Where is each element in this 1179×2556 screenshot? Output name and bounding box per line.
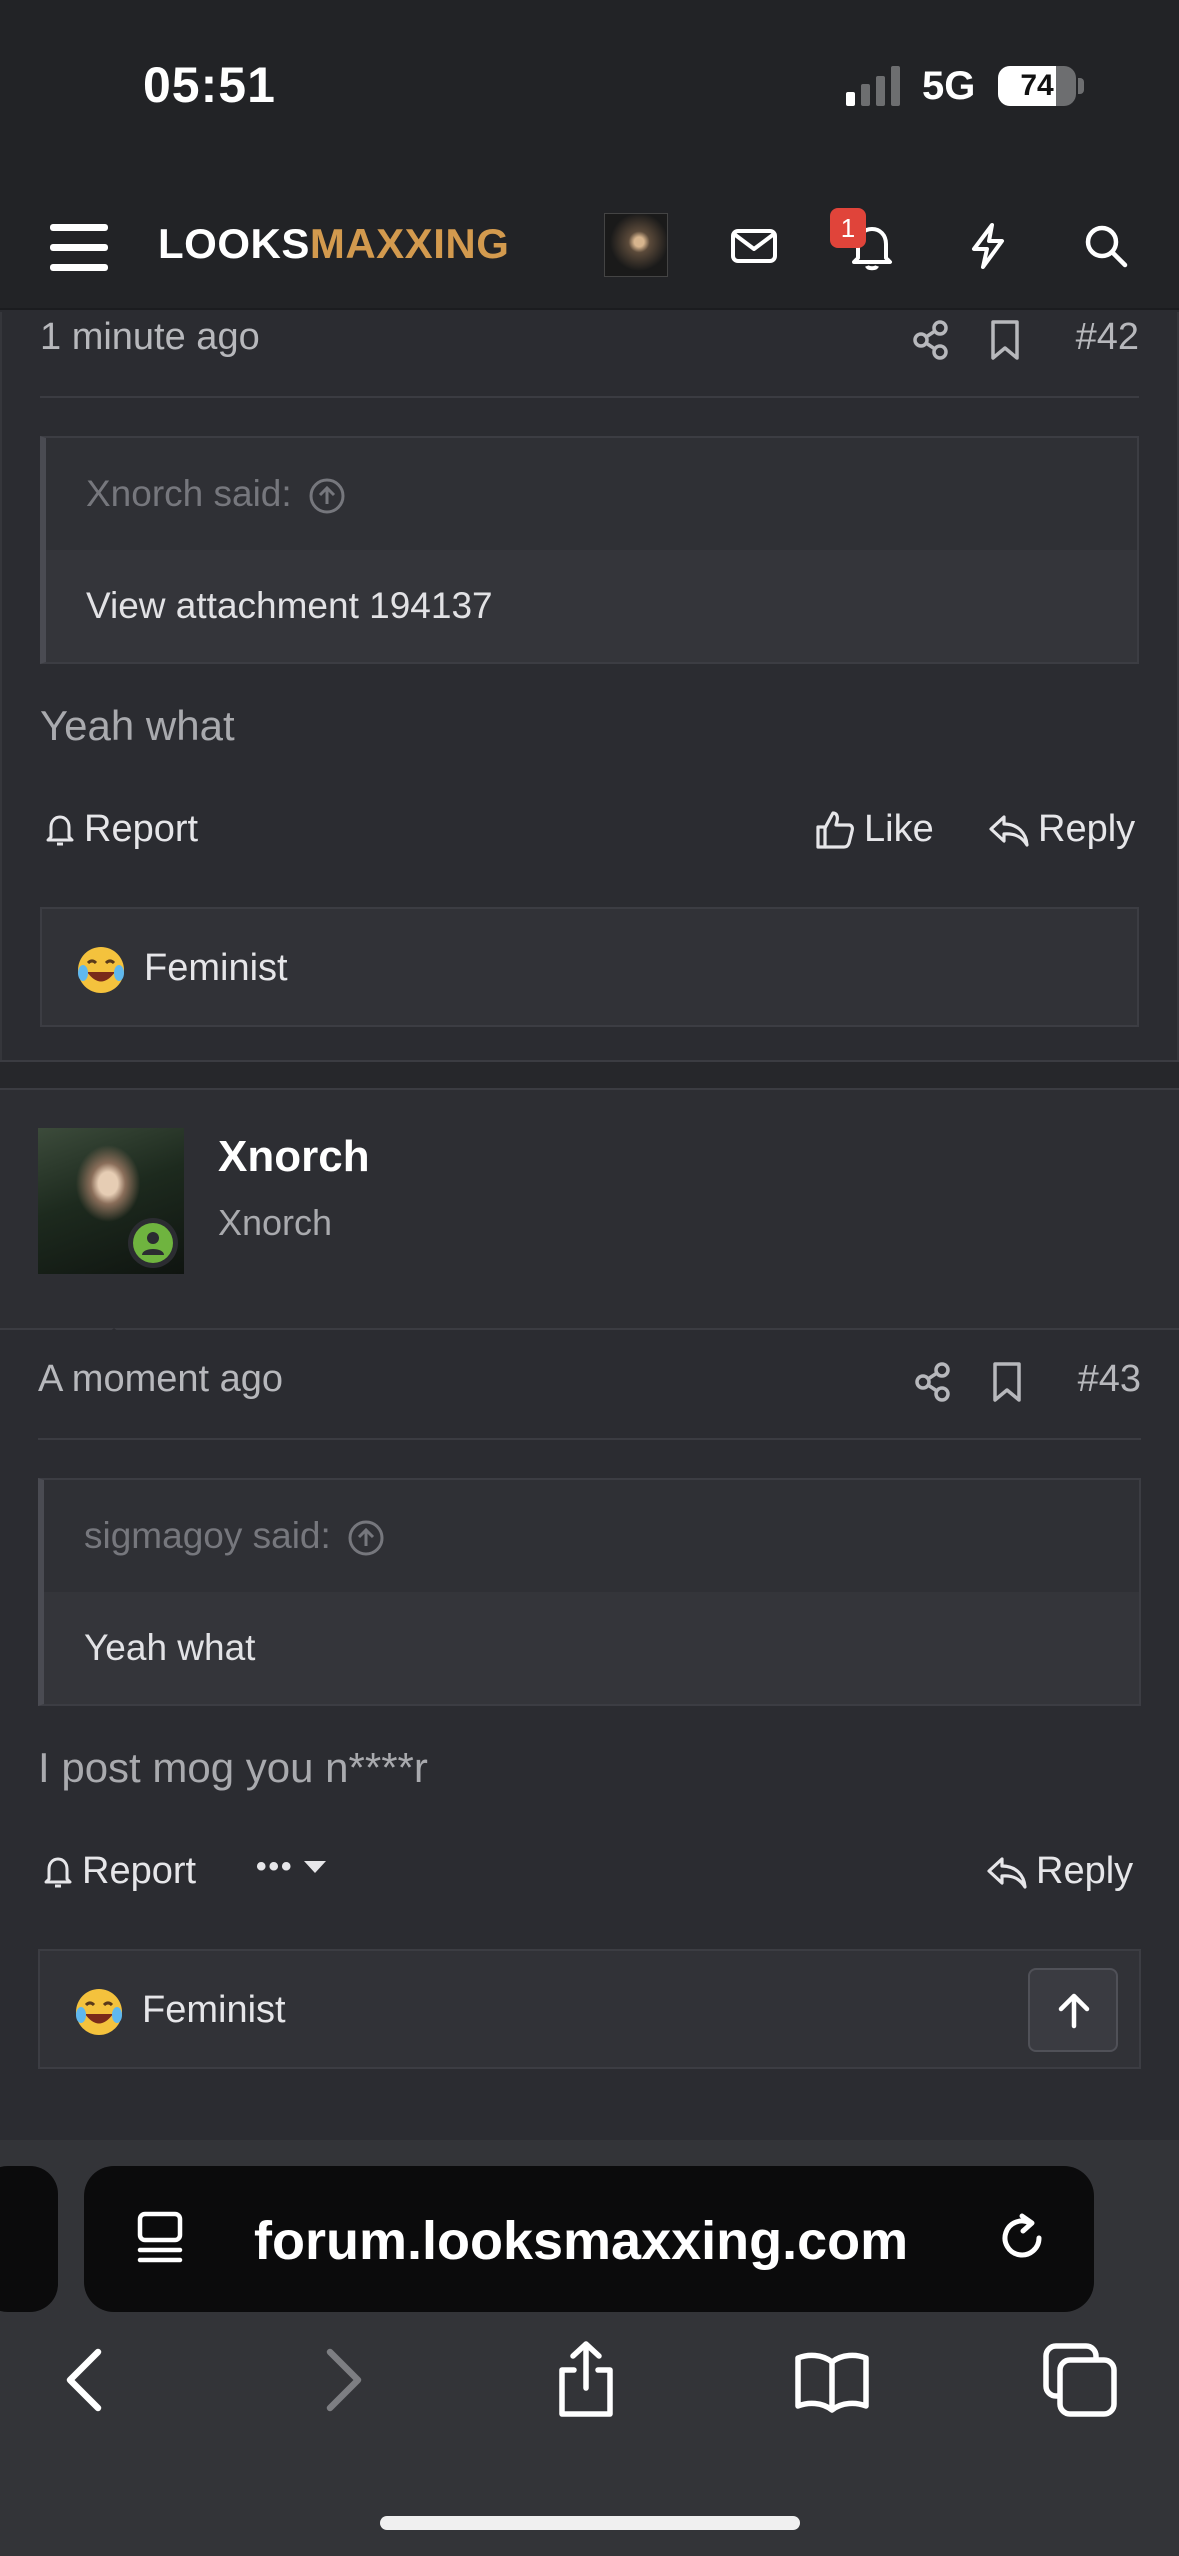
arrow-up-circle-icon[interactable] [308,477,346,515]
quote-block: Xnorch said: View attachment 194137 [40,436,1139,664]
post-number[interactable]: #42 [1076,316,1139,359]
post-meta: A moment ago #43 [38,1358,1141,1408]
reaction-user: Feminist [144,947,288,989]
address-bar[interactable]: forum.looksmaxxing.com [84,2166,1094,2312]
bell-outline-icon [44,1857,72,1887]
post-author-block: Xnorch Xnorch [0,1090,1179,1358]
arrow-up-circle-icon[interactable] [347,1519,385,1557]
divider [38,1438,1141,1440]
reload-icon[interactable] [992,2208,1054,2270]
back-icon[interactable] [46,2340,126,2420]
menu-button[interactable] [50,222,108,272]
reply-icon [987,1856,1027,1889]
bookmark-icon[interactable] [985,318,1025,362]
home-indicator[interactable] [380,2516,800,2530]
tabs-icon[interactable] [1040,2340,1120,2420]
like-button[interactable]: Like [814,808,934,851]
report-label: Report [84,808,199,850]
report-label: Report [82,1850,197,1892]
post-43: A moment ago #43 sigmagoy said: Yeah wha… [0,1332,1179,2140]
reply-button[interactable]: Reply [988,808,1135,851]
post-message: I post mog you n****r [38,1744,428,1791]
menu-icon-line [50,264,108,271]
reaction-user: Feminist [142,1989,286,2031]
menu-icon-line [50,224,108,231]
status-time: 05:51 [143,57,276,113]
laughing-tears-emoji-icon [76,1989,122,2035]
site-logo[interactable]: LOOKSMAXXING [158,220,509,268]
thumbs-up-icon [816,810,854,849]
post-message: Yeah what [40,702,235,749]
online-status-icon [128,1218,178,1268]
username[interactable]: Xnorch [218,1132,370,1182]
quote-header[interactable]: Xnorch said: [46,438,1137,550]
reply-icon [989,814,1029,847]
search-icon[interactable] [1080,220,1132,272]
like-label: Like [864,808,934,850]
site-header: LOOKSMAXXING [0,180,1179,310]
battery-cap [1078,78,1084,94]
laughing-tears-emoji-icon [78,947,124,993]
battery-icon: 74 [998,66,1076,106]
quote-body[interactable]: Yeah what [44,1592,1139,1704]
logo-text-looks: LOOKS [158,220,310,267]
reply-label: Reply [1036,1850,1134,1892]
bookmarks-icon[interactable] [792,2340,872,2420]
bell-outline-icon [46,815,74,845]
caret-down-icon [303,1861,326,1873]
post-actions: Report Like Reply [44,808,1163,864]
post-meta: 1 minute ago #42 [40,316,1139,366]
more-dots-label: ••• [256,1850,294,1883]
quote-block: sigmagoy said: Yeah what [38,1478,1141,1706]
share-icon[interactable] [911,1360,955,1404]
person-icon [142,1232,164,1255]
divider [40,396,1139,398]
thread-content[interactable]: 1 minute ago #42 Xnorch said: View attac… [0,312,1179,2140]
forward-icon[interactable] [302,2340,382,2420]
reaction-bar[interactable]: Feminist [40,907,1139,1027]
quote-header[interactable]: sigmagoy said: [44,1480,1139,1592]
share-sheet-icon[interactable] [546,2340,626,2420]
notification-badge: 1 [830,208,866,248]
menu-icon-line [50,244,108,251]
reaction-bar[interactable]: Feminist [38,1949,1141,2069]
signal-icon [846,66,900,106]
reply-button[interactable]: Reply [986,1850,1133,1893]
report-button[interactable]: Report [42,1850,196,1893]
page-menu-icon[interactable] [130,2208,190,2268]
arrow-up-icon [1058,1993,1090,2029]
scroll-to-top-button[interactable] [1028,1968,1118,2052]
post-number[interactable]: #43 [1078,1358,1141,1401]
post-actions: Report ••• Reply [42,1850,1165,1906]
post-42: 1 minute ago #42 Xnorch said: View attac… [0,312,1179,1062]
post-time[interactable]: A moment ago [38,1358,283,1401]
reply-label: Reply [1038,808,1136,850]
previous-tab-preview[interactable] [0,2166,58,2312]
quote-body[interactable]: View attachment 194137 [46,550,1137,662]
quote-author: sigmagoy said: [84,1515,331,1556]
report-button[interactable]: Report [44,808,198,851]
mail-icon[interactable] [728,220,780,272]
account-avatar[interactable] [604,213,668,277]
status-bar: 05:51 5G 74 [0,0,1179,180]
url-text[interactable]: forum.looksmaxxing.com [254,2210,908,2272]
share-icon[interactable] [909,318,953,362]
browser-toolbar: forum.looksmaxxing.com [0,2140,1179,2556]
battery-percent: 74 [1020,69,1054,102]
post-separator [0,1060,1179,1090]
quote-author: Xnorch said: [86,473,292,514]
logo-text-maxxing: MAXXING [309,220,510,267]
user-title: Xnorch [218,1202,333,1243]
network-type: 5G [922,64,976,108]
post-time[interactable]: 1 minute ago [40,316,260,359]
lightning-icon[interactable] [962,220,1014,272]
more-options-button[interactable]: ••• [256,1850,328,1884]
bookmark-icon[interactable] [987,1360,1027,1404]
